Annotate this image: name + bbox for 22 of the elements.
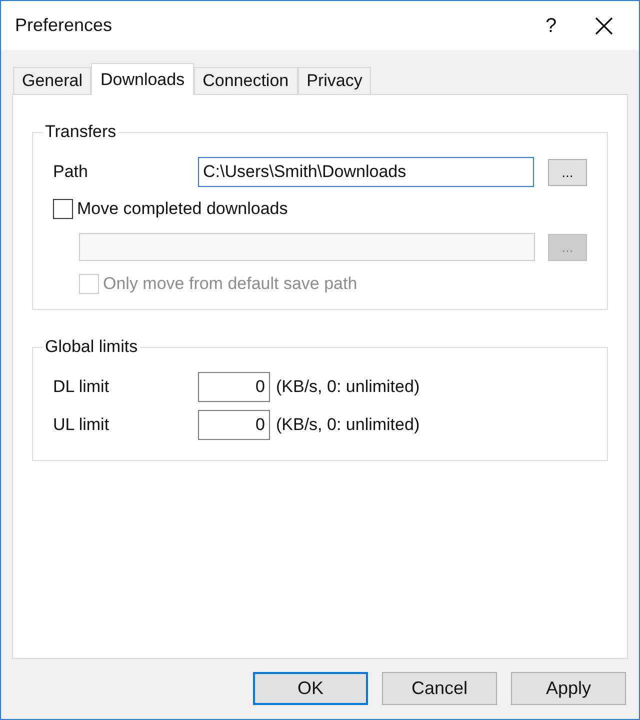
limit-label: DL limit — [53, 376, 110, 398]
dialog-button[interactable]: Apply — [511, 672, 626, 705]
path-field[interactable]: C:\Users\Smith\Downloads — [198, 157, 534, 187]
tab[interactable]: Connection — [194, 67, 298, 94]
close-icon[interactable] — [595, 16, 613, 34]
unit-hint: (KB/s, 0: unlimited) — [276, 376, 420, 398]
dialog-button[interactable]: OK — [253, 672, 368, 705]
path-label: Path — [53, 161, 89, 184]
checkbox[interactable] — [53, 199, 73, 219]
tab[interactable]: General — [13, 67, 92, 94]
window-title: Preferences — [15, 14, 114, 37]
dialog-button[interactable]: Cancel — [382, 672, 497, 705]
tab[interactable]: Downloads — [91, 63, 194, 95]
checkbox-label: Move completed downloads — [77, 198, 288, 220]
checkbox-label: Only move from default save path — [103, 273, 358, 296]
help-button[interactable]: ? — [531, 10, 571, 40]
limit-label: UL limit — [53, 414, 110, 436]
unit-hint: (KB/s, 0: unlimited) — [276, 414, 420, 436]
limit-field[interactable]: 0 — [198, 372, 270, 402]
limit-field[interactable]: 0 — [198, 410, 270, 440]
browse-button[interactable]: ... — [548, 158, 587, 186]
tab[interactable]: Privacy — [298, 67, 372, 94]
